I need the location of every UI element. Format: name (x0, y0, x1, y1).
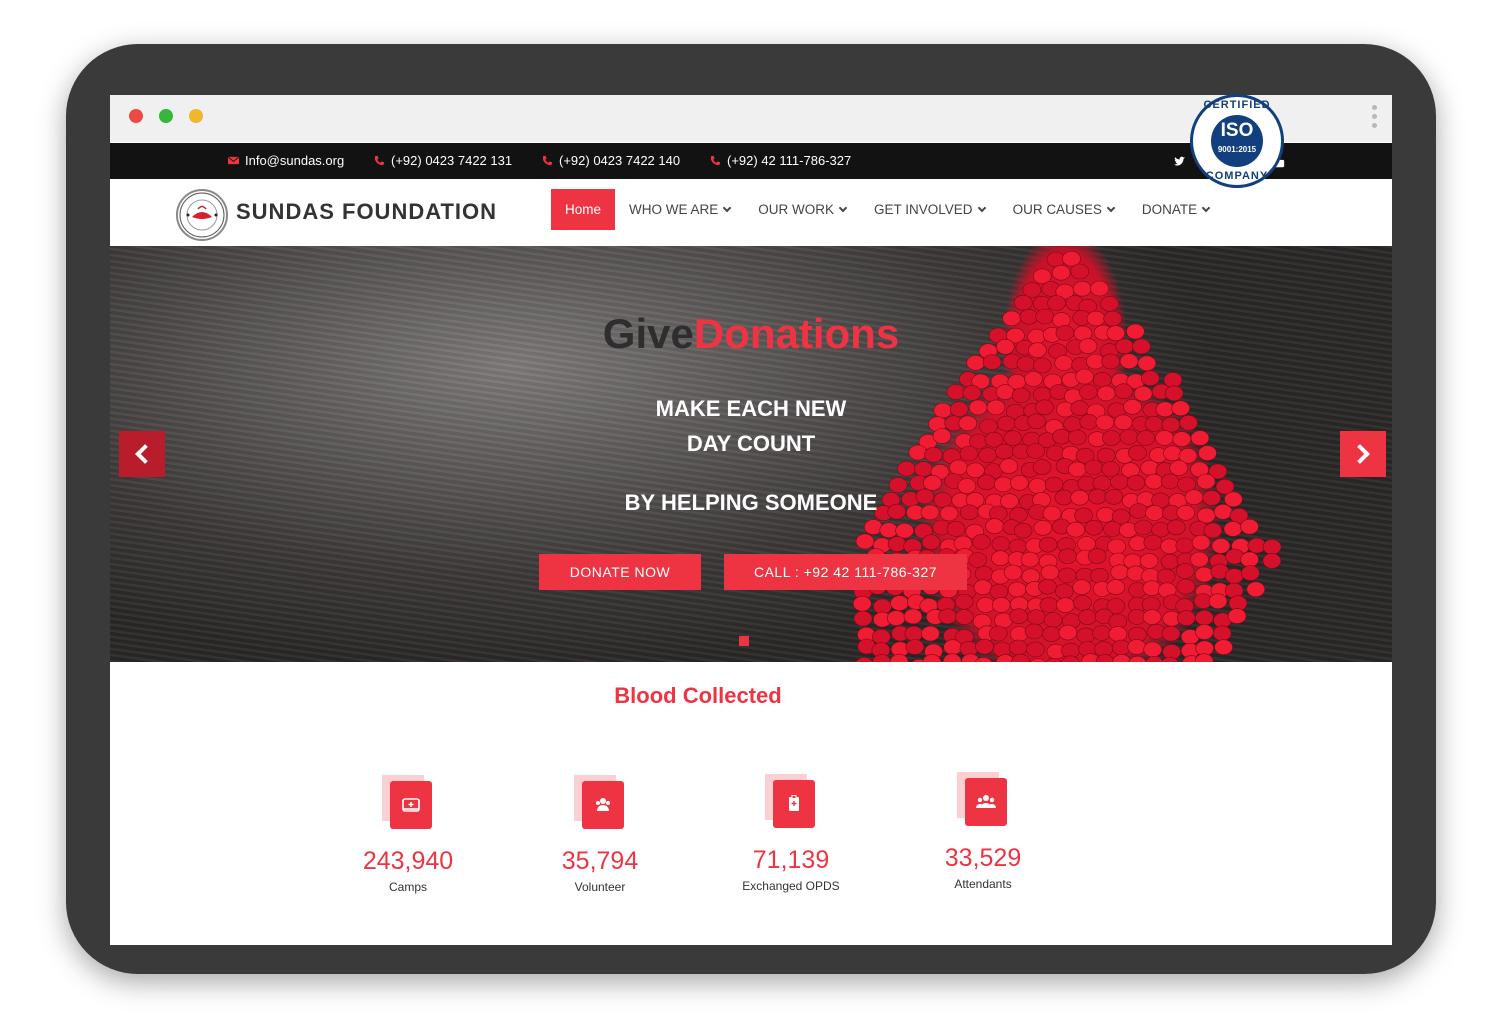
nav-our-work[interactable]: OUR WORK (744, 189, 860, 230)
phone-text: (+92) 0423 7422 131 (391, 153, 513, 168)
chevron-right-icon (1350, 444, 1370, 464)
hero-title-give: Give (602, 310, 694, 357)
nav-label: GET INVOLVED (874, 202, 973, 217)
slider-next-button[interactable] (1340, 431, 1386, 477)
nav-donate[interactable]: DONATE (1128, 189, 1223, 230)
stat-attendants: 33,529 Attendants (923, 772, 1043, 891)
email-text: Info@sundas.org (245, 153, 345, 168)
chevron-down-icon (723, 203, 732, 212)
minimize-window-button[interactable] (189, 109, 203, 123)
stat-label: Volunteer (574, 880, 626, 894)
nav-get-involved[interactable]: GET INVOLVED (860, 189, 999, 230)
nav-our-causes[interactable]: OUR CAUSES (999, 189, 1128, 230)
phone-contact-3[interactable]: (+92) 42 111-786-327 (710, 153, 851, 168)
donate-now-button[interactable]: DONATE NOW (539, 554, 701, 590)
stat-camps: 243,940 Camps (348, 775, 468, 894)
hero-slider: GiveDonations MAKE EACH NEW DAY COUNT BY… (110, 246, 1392, 662)
stat-value: 243,940 (362, 847, 454, 875)
phone-icon (374, 155, 385, 166)
stat-value: 71,139 (752, 846, 830, 874)
slider-indicator-active[interactable] (739, 636, 749, 646)
stat-label: Exchanged OPDS (742, 879, 840, 893)
iso-code: 9001:2015 (1217, 145, 1257, 154)
iso-bottom-text: COMPANY (1205, 170, 1269, 182)
phone-icon (542, 155, 553, 166)
phone-text: (+92) 0423 7422 140 (559, 153, 681, 168)
hero-line-3: BY HELPING SOMEONE (624, 490, 878, 515)
chevron-down-icon (1201, 203, 1211, 212)
envelope-icon (228, 156, 239, 165)
nav-label: Home (565, 202, 602, 217)
phone-contact-1[interactable]: (+92) 0423 7422 131 (374, 153, 512, 168)
stats-title: Blood Collected (614, 683, 782, 708)
chevron-down-icon (1106, 203, 1116, 212)
group-icon (957, 772, 1009, 828)
twitter-icon[interactable] (1171, 153, 1187, 169)
call-button[interactable]: CALL : +92 42 111-786-327 (724, 554, 967, 590)
chevron-left-icon (135, 444, 155, 464)
stat-exchanged-opds: 71,139 Exchanged OPDS (731, 774, 851, 893)
hospital-bed-icon (382, 775, 434, 831)
close-window-button[interactable] (129, 109, 143, 123)
hero-title: GiveDonations (110, 310, 1392, 358)
stat-volunteer: 35,794 Volunteer (540, 775, 660, 894)
stat-value: 35,794 (561, 847, 639, 875)
nav-label: WHO WE ARE (629, 202, 719, 217)
phone-text: (+92) 42 111-786-327 (727, 153, 852, 168)
browser-menu-icon[interactable] (1372, 105, 1378, 131)
stat-value: 33,529 (944, 844, 1022, 872)
browser-window: Info@sundas.org (+92) 0423 7422 131 (+92… (110, 95, 1392, 945)
nav-label: DONATE (1141, 202, 1198, 217)
chevron-down-icon (838, 203, 848, 212)
email-contact[interactable]: Info@sundas.org (228, 153, 344, 168)
iso-certified-badge: CERTIFIED ISO 9001:2015 COMPANY (1190, 94, 1284, 188)
maximize-window-button[interactable] (159, 109, 173, 123)
phone-icon (710, 155, 721, 166)
nav-label: OUR WORK (758, 202, 835, 217)
slider-prev-button[interactable] (119, 431, 165, 477)
hero-line-1: MAKE EACH NEW (655, 396, 847, 421)
volunteer-icon (574, 775, 626, 831)
main-navbar: SUNDAS FOUNDATION Home WHO WE ARE OUR WO… (110, 179, 1392, 246)
stat-label: Attendants (954, 877, 1012, 891)
clipboard-icon (765, 774, 817, 830)
iso-title: ISO (1220, 120, 1254, 141)
stat-label: Camps (388, 880, 427, 894)
primary-menu: Home WHO WE ARE OUR WORK GET INVOLVED OU… (551, 189, 1223, 230)
hero-line-2: DAY COUNT (686, 431, 816, 456)
nav-home[interactable]: Home (551, 189, 616, 230)
nav-label: OUR CAUSES (1012, 202, 1102, 217)
chevron-down-icon (977, 203, 986, 212)
foundation-logo[interactable] (176, 189, 228, 241)
hero-title-donations: Donations (693, 310, 900, 357)
iso-top-text: CERTIFIED (1203, 99, 1271, 111)
phone-contact-2[interactable]: (+92) 0423 7422 140 (542, 153, 680, 168)
brand-name[interactable]: SUNDAS FOUNDATION (236, 199, 497, 225)
nav-who-we-are[interactable]: WHO WE ARE (615, 189, 744, 230)
